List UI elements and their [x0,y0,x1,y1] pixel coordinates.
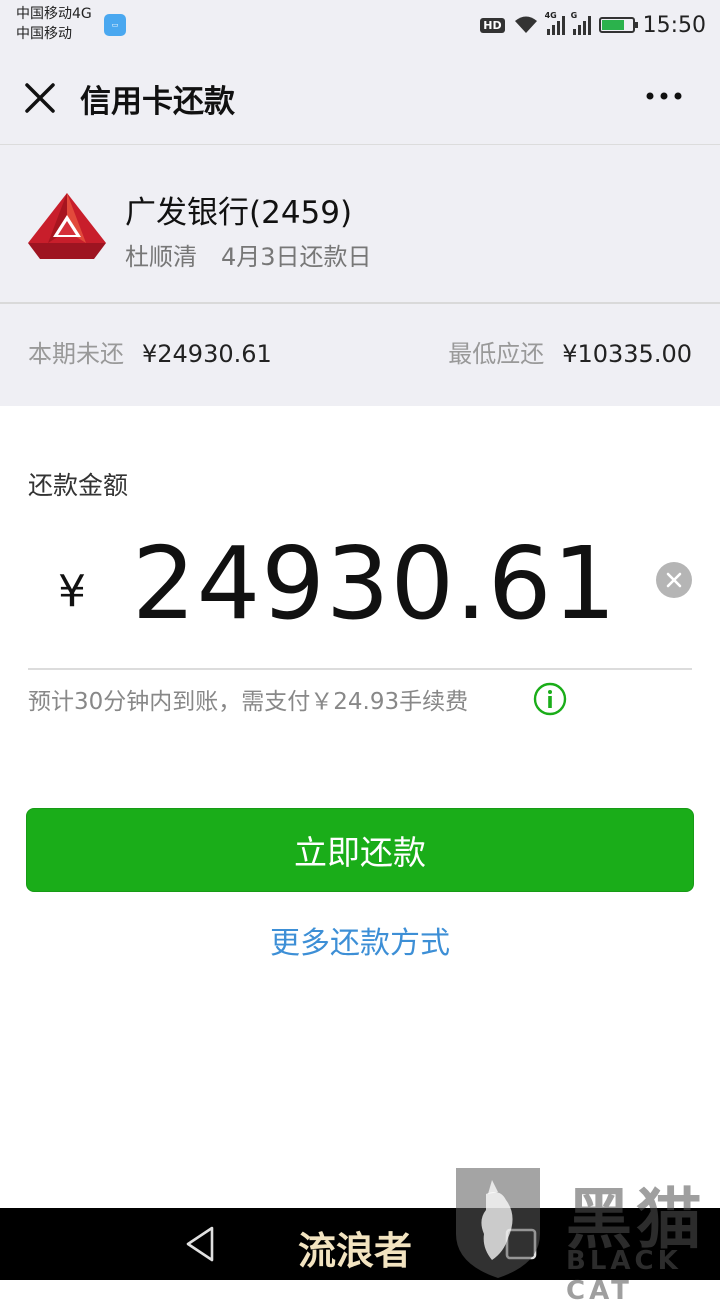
page-title: 信用卡还款 [80,84,235,120]
clear-input-icon[interactable] [656,562,692,598]
payment-amount-label: 还款金额 [28,471,129,500]
payment-amount-input[interactable] [132,528,632,638]
minimum-label: 最低应还 [448,340,545,368]
status-bar: 中国移动4G 中国移动 ▭ HD 4G G 15:50 [0,0,720,50]
back-icon[interactable] [182,1224,218,1264]
unpaid-label: 本期未还 [28,340,124,368]
minimum-summary: 最低应还 ¥10335.00 [448,334,692,369]
currency-symbol: ¥ [58,566,86,617]
card-holder: 杜顺清 [125,243,197,271]
carrier-1: 中国移动4G [16,6,92,22]
more-payment-methods-link[interactable]: 更多还款方式 [0,918,720,962]
bill-summary: 本期未还 ¥24930.61 最低应还 ¥10335.00 [0,304,720,406]
unpaid-summary: 本期未还 ¥24930.61 [28,334,272,369]
clock: 15:50 [642,12,706,38]
signal-icon-2: G [571,11,591,35]
more-horizontal-icon[interactable] [642,78,686,114]
info-icon[interactable] [533,682,567,716]
signal-icon-1: 4G [545,11,565,35]
fee-note: 预计30分钟内到账，需支付￥24.93手续费 [28,689,469,715]
minimum-amount: ¥10335.00 [562,340,692,368]
cat-shield-icon [456,1168,540,1278]
bank-logo-icon [28,193,106,259]
hd-badge: HD [480,17,505,33]
wifi-icon [514,16,537,33]
carrier-2: 中国移动 [16,26,72,42]
battery-icon [598,17,638,33]
unpaid-amount: ¥24930.61 [142,340,272,368]
watermark: 黑猫 BLACK CAT [448,1164,720,1306]
input-divider [28,668,692,670]
card-info: 广发银行(2459) 杜顺清 4月3日还款日 [0,145,720,304]
bank-name: 广发银行(2459) [125,195,353,231]
close-icon[interactable] [22,80,58,116]
pay-now-button[interactable]: 立即还款 [26,808,694,892]
home-button[interactable]: 流浪者 [298,1220,412,1275]
watermark-subtext: BLACK CAT [566,1246,682,1306]
carrier-info: 中国移动4G 中国移动 [16,4,92,44]
notification-app-icon: ▭ [104,14,126,36]
nav-bar: 信用卡还款 [0,50,720,145]
due-date: 4月3日还款日 [221,243,372,271]
card-subtitle: 杜顺清 4月3日还款日 [125,237,372,272]
status-icons: HD 4G G 15:50 [480,10,706,40]
